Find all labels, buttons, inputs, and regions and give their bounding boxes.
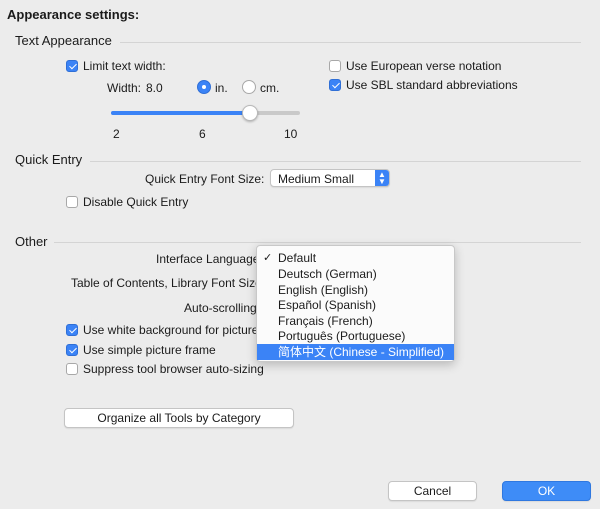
quick-entry-font-label: Quick Entry Font Size: (145, 172, 265, 186)
width-value: 8.0 (146, 81, 163, 95)
language-option[interactable]: Français (French) (257, 313, 454, 329)
european-verse-label: Use European verse notation (346, 59, 502, 73)
suppress-autosize-label: Suppress tool browser auto-sizing (83, 362, 264, 376)
language-option[interactable]: Português (Portuguese) (257, 328, 454, 344)
page-title: Appearance settings: (7, 7, 140, 22)
quick-entry-font-select[interactable]: Medium Small ▲ ▼ (270, 169, 390, 187)
interface-language-label: Interface Language: (156, 252, 263, 266)
sbl-abbrev-checkbox[interactable] (329, 79, 341, 91)
white-background-label: Use white background for pictures (83, 323, 265, 337)
slider-tick-max: 10 (284, 127, 298, 141)
checkmark-icon: ✓ (263, 252, 273, 264)
disable-quick-entry-checkbox[interactable] (66, 196, 78, 208)
width-slider-fill (111, 111, 250, 115)
toc-font-size-label: Table of Contents, Library Font Size: (71, 276, 266, 290)
slider-tick-min: 2 (113, 127, 120, 141)
language-menu: ✓ Default Deutsch (German) English (Engl… (256, 245, 455, 362)
width-label: Width: (107, 81, 142, 95)
width-slider-track[interactable] (111, 111, 300, 115)
disable-quick-entry-label: Disable Quick Entry (83, 195, 189, 209)
simple-frame-label: Use simple picture frame (83, 343, 216, 357)
section-divider (90, 161, 581, 162)
language-option[interactable]: English (English) (257, 282, 454, 298)
language-option-selected[interactable]: 简体中文 (Chinese - Simplified) (257, 344, 454, 360)
quick-entry-font-value: Medium Small (278, 172, 355, 186)
white-background-checkbox[interactable] (66, 324, 78, 336)
slider-tick-mid: 6 (199, 127, 206, 141)
sbl-abbrev-label: Use SBL standard abbreviations (346, 78, 518, 92)
unit-radio-in[interactable] (197, 80, 211, 94)
limit-width-label: Limit text width: (83, 59, 166, 73)
language-option[interactable]: Deutsch (German) (257, 266, 454, 282)
width-slider-knob[interactable] (242, 105, 258, 121)
simple-frame-checkbox[interactable] (66, 344, 78, 356)
unit-radio-cm[interactable] (242, 80, 256, 94)
european-verse-checkbox[interactable] (329, 60, 341, 72)
suppress-autosize-checkbox[interactable] (66, 363, 78, 375)
section-other: Other (15, 234, 48, 249)
section-quick-entry: Quick Entry (15, 152, 83, 167)
auto-scrolling-label: Auto-scrolling (184, 301, 257, 315)
organize-tools-button[interactable]: Organize all Tools by Category (64, 408, 294, 428)
language-option[interactable]: Español (Spanish) (257, 297, 454, 313)
section-divider (120, 42, 581, 43)
cancel-button[interactable]: Cancel (388, 481, 477, 501)
ok-button[interactable]: OK (502, 481, 591, 501)
limit-width-checkbox[interactable] (66, 60, 78, 72)
section-text-appearance: Text Appearance (15, 33, 112, 48)
unit-cm-label: cm. (260, 81, 280, 95)
chevron-updown-icon: ▲ ▼ (375, 170, 389, 186)
unit-in-label: in. (215, 81, 228, 95)
language-option[interactable]: ✓ Default (257, 250, 454, 266)
section-divider (54, 242, 581, 243)
